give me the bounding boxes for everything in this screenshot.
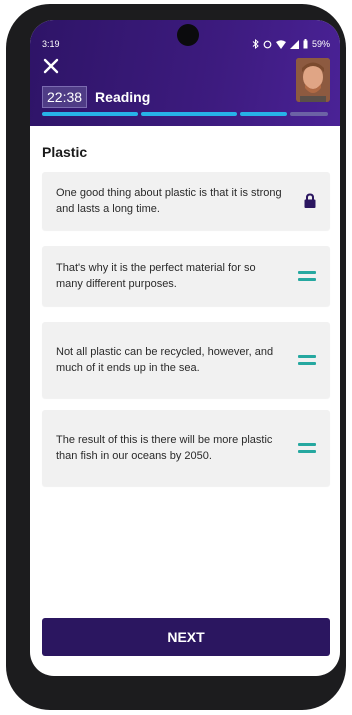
card-text: Not all plastic can be recycled, however… xyxy=(56,346,274,374)
card-text: That's why it is the perfect material fo… xyxy=(56,262,256,290)
status-icons: 59% xyxy=(252,39,330,49)
card-text: The result of this is there will be more… xyxy=(56,434,273,462)
drag-handle-icon[interactable] xyxy=(298,271,316,281)
card-text: One good thing about plastic is that it … xyxy=(56,187,282,215)
reading-progress xyxy=(42,112,329,116)
mode-label: Reading xyxy=(95,89,151,105)
sentence-card-locked: One good thing about plastic is that it … xyxy=(42,172,330,230)
app-screen: 3:19 59% 22:38 Reading Plastic One good … xyxy=(30,20,340,676)
battery-icon xyxy=(303,39,308,49)
sentence-card[interactable]: That's why it is the perfect material fo… xyxy=(42,246,330,306)
lock-icon xyxy=(304,193,316,208)
data-saver-icon xyxy=(263,40,272,48)
sentence-card[interactable]: Not all plastic can be recycled, however… xyxy=(42,322,330,398)
avatar-photo xyxy=(296,58,330,102)
sentence-card[interactable]: The result of this is there will be more… xyxy=(42,410,330,486)
page-title: Plastic xyxy=(42,144,88,160)
signal-icon xyxy=(289,39,299,49)
status-time: 3:19 xyxy=(42,39,60,49)
battery-percent: 59% xyxy=(311,39,330,49)
progress-segment xyxy=(289,112,329,116)
progress-segment xyxy=(141,112,238,116)
progress-segment xyxy=(240,112,287,116)
bluetooth-icon xyxy=(252,39,259,49)
front-camera xyxy=(177,24,199,46)
lesson-timer: 22:38 Reading xyxy=(42,86,150,108)
progress-segment xyxy=(42,112,139,116)
avatar[interactable] xyxy=(296,58,330,102)
drag-handle-icon[interactable] xyxy=(298,355,316,365)
close-icon[interactable] xyxy=(41,56,61,76)
next-button[interactable]: NEXT xyxy=(42,618,330,656)
timer-value: 22:38 xyxy=(42,86,88,108)
phone-frame: 3:19 59% 22:38 Reading Plastic One good … xyxy=(6,4,346,710)
wifi-icon xyxy=(275,39,286,49)
drag-handle-icon[interactable] xyxy=(298,443,316,453)
